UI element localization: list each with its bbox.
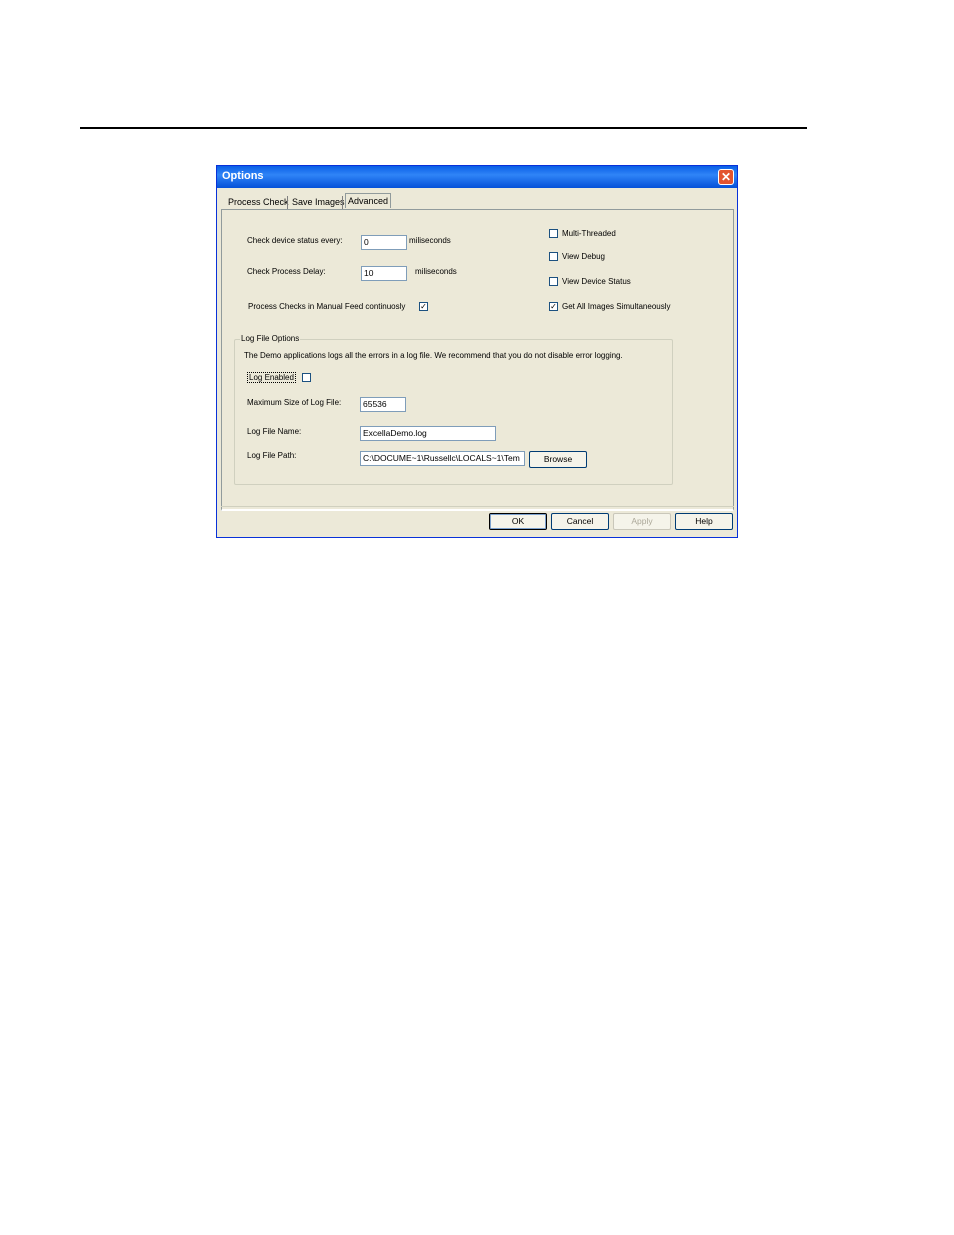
ok-button[interactable]: OK [489,513,547,530]
log-enabled-checkbox[interactable] [302,373,311,382]
tab-separator [287,196,288,209]
view-debug-checkbox[interactable] [549,252,558,261]
view-device-status-label: View Device Status [562,277,631,286]
manual-feed-checkbox[interactable]: ✓ [419,302,428,311]
tab-process-check[interactable]: Process Check [228,195,289,209]
log-description: The Demo applications logs all the error… [244,351,623,360]
dialog-title: Options [222,170,264,182]
check-process-delay-input[interactable]: 10 [361,266,407,281]
log-file-path-input[interactable]: C:\DOCUME~1\Russellc\LOCALS~1\Tem [360,451,525,466]
tab-separator [342,196,343,209]
max-log-size-input[interactable]: 65536 [360,397,406,412]
cancel-button[interactable]: Cancel [551,513,609,530]
check-device-status-input[interactable]: 0 [361,235,407,250]
get-all-images-label: Get All Images Simultaneously [562,302,671,311]
tab-advanced[interactable]: Advanced [345,193,392,208]
log-enabled-label: Log Enabled [247,372,296,383]
manual-feed-label: Process Checks in Manual Feed continuosl… [248,302,406,311]
options-dialog: Options ✕ Check device status every: 0 m… [216,165,738,538]
close-button[interactable]: ✕ [718,169,734,185]
max-log-size-label: Maximum Size of Log File: [247,398,342,407]
tab-save-images[interactable]: Save Images [292,195,345,209]
view-debug-label: View Debug [562,252,605,261]
panel-bottom-divider [221,506,734,507]
help-button[interactable]: Help [675,513,733,530]
multi-threaded-checkbox[interactable] [549,229,558,238]
multi-threaded-label: Multi-Threaded [562,229,616,238]
browse-button[interactable]: Browse [529,451,587,468]
log-file-path-label: Log File Path: [247,451,297,460]
check-process-delay-label: Check Process Delay: [247,267,326,276]
check-device-status-unit: miliseconds [409,236,451,245]
get-all-images-checkbox[interactable]: ✓ [549,302,558,311]
log-file-name-label: Log File Name: [247,427,302,436]
log-file-options-title: Log File Options [240,334,301,343]
page-header-rule [80,127,807,129]
apply-button[interactable]: Apply [613,513,671,530]
check-device-status-label: Check device status every: [247,236,343,245]
check-process-delay-unit: miliseconds [415,267,457,276]
log-file-name-input[interactable]: ExcellaDemo.log [360,426,496,441]
close-icon: ✕ [720,170,732,184]
title-bar[interactable]: Options ✕ [217,166,737,188]
view-device-status-checkbox[interactable] [549,277,558,286]
